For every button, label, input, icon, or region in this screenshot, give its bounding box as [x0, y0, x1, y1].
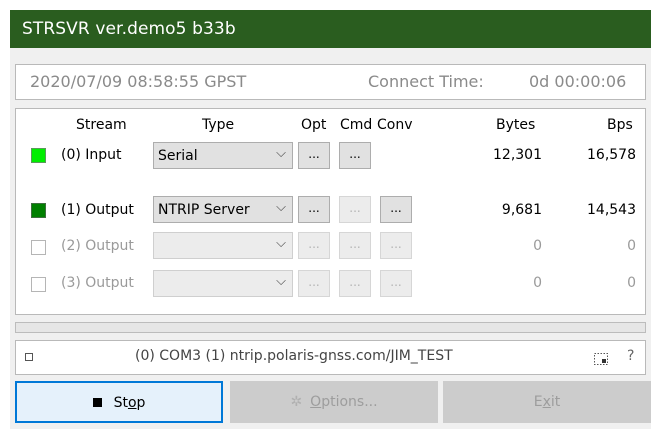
stream-info-text: (0) COM3 (1) ntrip.polaris-gnss.com/JIM_… — [135, 348, 453, 364]
stream-3-conv-button[interactable]: ... — [380, 270, 412, 297]
chevron-down-icon: ⌵ — [276, 236, 286, 251]
progress-bar — [15, 322, 646, 333]
stream-0-type-value: Serial — [158, 148, 198, 164]
connect-time-label: Connect Time: — [368, 72, 484, 91]
header-stream: Stream — [76, 117, 127, 133]
connect-time-value: 0d 00:00:06 — [529, 72, 627, 91]
log-checkbox[interactable] — [25, 353, 33, 361]
stream-2-checkbox[interactable] — [31, 240, 46, 255]
window-title: STRSVR ver.demo5 b33b — [22, 19, 236, 39]
stream-0-cmd-button[interactable]: ... — [339, 142, 371, 169]
header-bytes: Bytes — [496, 117, 536, 133]
chevron-down-icon: ⌵ — [276, 146, 286, 161]
stream-1-bps: 14,543 — [587, 202, 636, 218]
stream-1-type-value: NTRIP Server — [158, 202, 250, 218]
exit-label-post: it — [550, 394, 561, 410]
header-bps: Bps — [607, 117, 633, 133]
stream-1-cmd-button[interactable]: ... — [339, 196, 371, 223]
stream-2-label: (2) Output — [61, 238, 134, 254]
exit-button[interactable]: Exit — [443, 381, 651, 423]
stream-1-label: (1) Output — [61, 202, 134, 218]
stream-2-conv-button[interactable]: ... — [380, 232, 412, 259]
stream-1-indicator — [31, 203, 46, 218]
stream-0-bytes: 12,301 — [493, 147, 542, 163]
stream-3-cmd-button[interactable]: ... — [339, 270, 371, 297]
stream-3-label: (3) Output — [61, 275, 134, 291]
chevron-down-icon: ⌵ — [276, 200, 286, 215]
stream-2-bps: 0 — [627, 238, 636, 254]
stream-1-bytes: 9,681 — [501, 202, 542, 218]
stream-2-bytes: 0 — [533, 238, 542, 254]
header-cmd: Cmd — [340, 117, 373, 133]
stream-0-label: (0) Input — [61, 147, 122, 163]
options-label-post: ptions... — [321, 394, 378, 410]
stream-0-type-select[interactable]: Serial ⌵ — [153, 142, 293, 169]
stream-3-bytes: 0 — [533, 275, 542, 291]
options-label-accel: O — [310, 394, 322, 410]
clock-display: 2020/07/09 08:58:55 GPST — [30, 72, 247, 91]
stream-2-type-select[interactable]: ⌵ — [153, 232, 293, 259]
gear-icon: ✲ — [290, 394, 303, 410]
chevron-down-icon: ⌵ — [276, 274, 286, 289]
stream-3-bps: 0 — [627, 275, 636, 291]
stop-button[interactable]: Stop — [15, 381, 223, 423]
exit-label-accel: x — [542, 394, 551, 410]
header-type: Type — [202, 117, 235, 133]
stream-3-opt-button[interactable]: ... — [298, 270, 330, 297]
grip-icon[interactable] — [594, 350, 608, 365]
stop-label-pre: St — [113, 395, 128, 411]
help-button[interactable]: ? — [627, 348, 634, 364]
stream-1-conv-button[interactable]: ... — [380, 196, 412, 223]
header-conv: Conv — [377, 117, 413, 133]
header-opt: Opt — [301, 117, 327, 133]
stream-0-indicator — [31, 148, 46, 163]
stop-label-post: p — [136, 395, 146, 411]
stop-square-icon — [92, 398, 102, 407]
stream-3-type-select[interactable]: ⌵ — [153, 270, 293, 297]
stream-1-opt-button[interactable]: ... — [298, 196, 330, 223]
exit-label-pre: E — [533, 394, 543, 410]
stream-3-checkbox[interactable] — [31, 277, 46, 292]
stream-2-cmd-button[interactable]: ... — [339, 232, 371, 259]
stream-1-type-select[interactable]: NTRIP Server ⌵ — [153, 196, 293, 223]
stream-0-bps: 16,578 — [587, 147, 636, 163]
stream-2-opt-button[interactable]: ... — [298, 232, 330, 259]
options-button[interactable]: ✲ Options... — [230, 381, 438, 423]
stream-0-opt-button[interactable]: ... — [298, 142, 330, 169]
stop-label-accel: o — [127, 395, 137, 411]
